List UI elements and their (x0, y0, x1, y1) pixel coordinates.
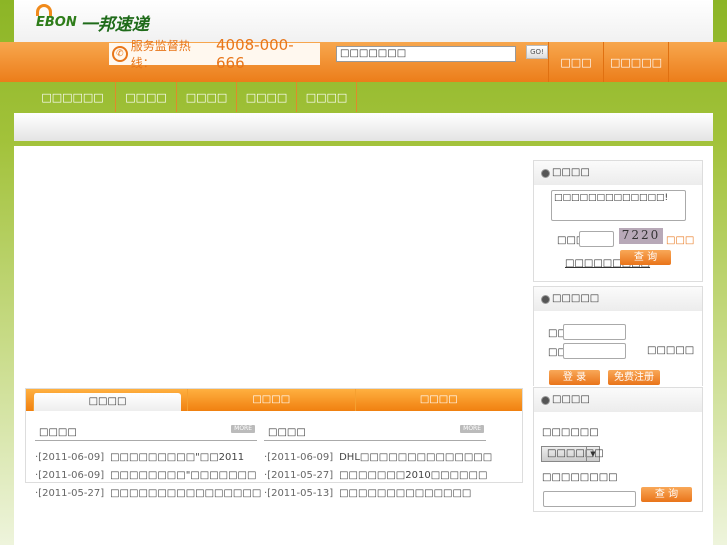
tracking-textarea[interactable]: □□□□□□□□□□□□□! (551, 190, 686, 221)
nav-item[interactable]: □□□□ (177, 82, 237, 112)
news-tabs: □□□□ □□□□ □□□□ □□□□ MORE ·[2011-06-09] □□□… (25, 388, 523, 499)
top-link-1[interactable]: □□□ (548, 42, 603, 82)
panel-title: □□□□ (534, 161, 702, 185)
news-item[interactable]: ·[2011-05-27] □□□□□□□2010□□□□□□ (264, 467, 487, 485)
tab-1[interactable]: □□□□ (33, 393, 181, 411)
price-query-button[interactable]: 查 询 (641, 487, 692, 502)
logo-sun-icon (36, 4, 52, 16)
nav-item[interactable]: □□□□ (297, 82, 357, 112)
login-panel: □□□□□ □□: □□: □□□□□ 登 录 免费注册 (533, 286, 703, 386)
main-nav: □□□□□□ □□□□ □□□□ □□□□ □□□□ (30, 82, 357, 112)
region-select[interactable]: □□□□□□ ▼ (541, 446, 604, 462)
captcha-image: 7220 (619, 228, 663, 244)
logo[interactable]: EBON 一邦速递 (36, 4, 149, 36)
panel-title: □□□□ (534, 388, 702, 412)
chevron-down-icon: ▼ (586, 447, 599, 461)
news-column-left: □□□□ MORE ·[2011-06-09] □□□□□□□□□"□□2011 ·… (35, 425, 261, 503)
username-input[interactable] (563, 324, 626, 340)
tracking-query-button[interactable]: 查 询 (620, 250, 671, 265)
news-item[interactable]: ·[2011-06-09] □□□□□□□□"□□□□□□□ (35, 467, 257, 485)
go-button[interactable]: GO! (526, 45, 548, 59)
forgot-password-link[interactable]: □□□□□ (647, 345, 694, 356)
top-link-2[interactable]: □□□□□ (603, 42, 669, 82)
more-button[interactable]: MORE (460, 425, 484, 433)
news-item[interactable]: ·[2011-05-13] □□□□□□□□□□□□□□ (264, 485, 486, 503)
password-input[interactable] (563, 343, 626, 359)
login-button[interactable]: 登 录 (549, 370, 600, 385)
tracking-panel: □□□□ □□□□□□□□□□□□□! □□□: 7220 □□□ □□□□□□… (533, 160, 703, 282)
price-label: □□□□□□ (542, 427, 599, 438)
register-button[interactable]: 免费注册 (608, 370, 660, 385)
nav-item[interactable]: □□□□ (237, 82, 297, 112)
nav-item[interactable]: □□□□ (116, 82, 177, 112)
search-input[interactable]: □□□□□□□ (336, 46, 516, 62)
nav-item[interactable]: □□□□□□ (30, 82, 116, 112)
price-label-2: □□□□□□□□ (542, 472, 618, 483)
price-input[interactable] (543, 491, 636, 507)
hotline-banner: ✆ 服务监督热线： 4008-000-666 (109, 36, 320, 72)
news-item[interactable]: ·[2011-06-09] DHL□□□□□□□□□□□□□□ (264, 449, 492, 467)
phone-icon: ✆ (112, 46, 128, 62)
refresh-captcha-link[interactable]: □□□ (666, 235, 694, 246)
news-item[interactable]: ·[2011-05-27] □□□□□□□□□□□□□□□□ (35, 485, 261, 503)
column-title: □□□□ (39, 427, 77, 438)
tab-3[interactable]: □□□□ (354, 389, 523, 411)
column-title: □□□□ (268, 427, 306, 438)
panel-title: □□□□□ (534, 287, 702, 311)
news-item[interactable]: ·[2011-06-09] □□□□□□□□□"□□2011 (35, 449, 257, 467)
captcha-input[interactable] (579, 231, 614, 247)
news-column-right: □□□□ MORE ·[2011-06-09] DHL□□□□□□□□□□□□□□ … (264, 425, 492, 503)
tab-2[interactable]: □□□□ (187, 389, 355, 411)
price-panel: □□□□ □□□□□□ □□□□□□ ▼ □□□□□□□□ 查 询 (533, 387, 703, 512)
more-button[interactable]: MORE (231, 425, 255, 433)
banner-strip (14, 113, 713, 141)
